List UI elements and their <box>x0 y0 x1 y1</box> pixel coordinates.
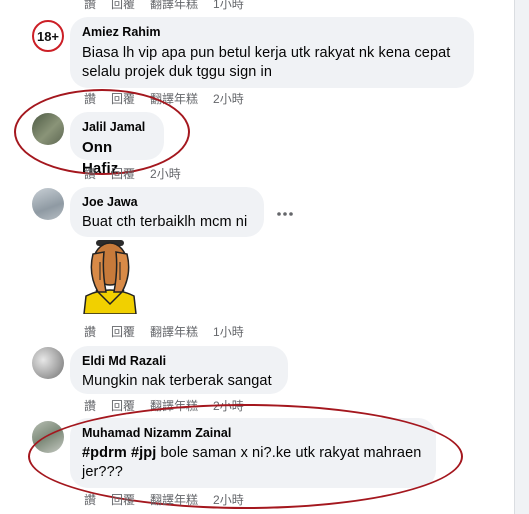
avatar[interactable] <box>32 188 64 220</box>
comment-author[interactable]: Joe Jawa <box>82 194 252 210</box>
timestamp[interactable]: 2小時 <box>150 167 181 181</box>
comment-text: Mungkin nak terberak sangat <box>82 373 272 389</box>
age-restricted-badge-icon: 18+ <box>37 29 59 44</box>
comment-actions-0: 讚 回覆 翻譯年糕 1小時 <box>84 0 244 11</box>
comment-actions: 讚 回覆 2小時 <box>84 167 181 181</box>
comment-actions: 讚 回覆 翻譯年糕 1小時 <box>84 325 244 339</box>
translate-link[interactable]: 翻譯年糕 <box>150 0 198 11</box>
comment-author[interactable]: Amiez Rahim <box>82 24 462 40</box>
scrollbar-track[interactable] <box>515 0 529 514</box>
reply-link[interactable]: 回覆 <box>111 167 135 181</box>
comment-text: Buat cth terbaiklh mcm ni <box>82 214 248 230</box>
annotation-circle <box>14 89 190 175</box>
like-link[interactable]: 讚 <box>84 493 96 507</box>
timestamp[interactable]: 1小時 <box>213 0 244 11</box>
reply-link[interactable]: 回覆 <box>111 325 135 339</box>
comment-bubble: Joe Jawa Buat cth terbaiklh mcm ni <box>70 187 264 237</box>
comment-bubble: Amiez Rahim Biasa lh vip apa pun betul k… <box>70 17 474 88</box>
avatar[interactable]: 18+ <box>32 20 64 52</box>
timestamp[interactable]: 2小時 <box>213 92 244 106</box>
comment-text: Biasa lh vip apa pun betul kerja utk rak… <box>82 45 451 80</box>
translate-link[interactable]: 翻譯年糕 <box>150 325 198 339</box>
like-link[interactable]: 讚 <box>84 325 96 339</box>
avatar[interactable] <box>32 347 64 379</box>
timestamp[interactable]: 2小時 <box>213 493 244 507</box>
timestamp[interactable]: 1小時 <box>213 325 244 339</box>
svg-text:18+: 18+ <box>37 29 59 44</box>
translate-link[interactable]: 翻譯年糕 <box>150 493 198 507</box>
reply-link[interactable]: 回覆 <box>111 0 135 11</box>
like-link[interactable]: 讚 <box>84 0 96 11</box>
comment-author[interactable]: Eldi Md Razali <box>82 353 276 369</box>
covering-face-sticker <box>78 234 142 315</box>
reply-link[interactable]: 回覆 <box>111 493 135 507</box>
like-link[interactable]: 讚 <box>84 167 96 181</box>
like-link[interactable]: 讚 <box>84 399 96 413</box>
more-options-icon[interactable] <box>274 206 296 222</box>
comment-bubble: Eldi Md Razali Mungkin nak terberak sang… <box>70 346 288 394</box>
comment-actions: 讚 回覆 翻譯年糕 2小時 <box>84 493 244 507</box>
